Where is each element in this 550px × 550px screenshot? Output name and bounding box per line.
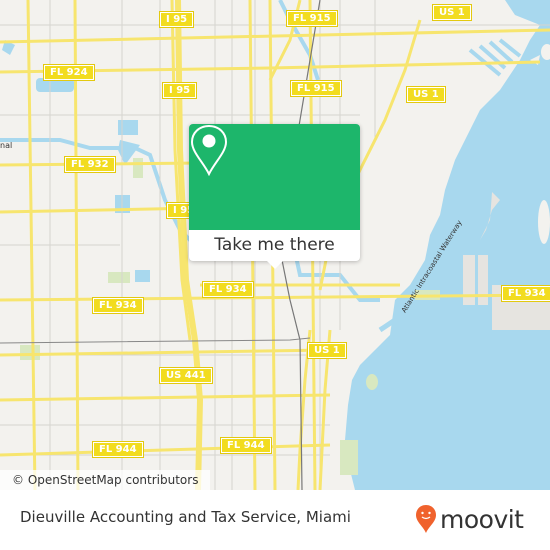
popup-header [189,124,360,230]
canal-edge-label: nal [0,141,13,150]
road-label-i95-top: I 95 [158,11,195,28]
popup-pointer [266,260,284,269]
road-label-fl915-mid: FL 915 [290,80,342,97]
moovit-logo-text: moovit [440,504,524,534]
road-label-fl944-left: FL 944 [92,441,144,458]
road-label-us1-top: US 1 [432,4,472,21]
moovit-logo[interactable]: moovit [415,504,524,534]
take-me-there-button[interactable]: Take me there [189,230,360,261]
road-label-us1-mid: US 1 [406,86,446,103]
location-popup: Take me there [189,124,360,269]
map-attribution[interactable]: © OpenStreetMap contributors [0,470,211,490]
moovit-pin-icon [416,505,436,533]
road-label-fl934-left: FL 934 [92,297,144,314]
place-name: Dieuville Accounting and Tax Service, Mi… [20,508,351,526]
road-label-fl934-right: FL 934 [501,285,550,302]
road-label-fl915-top: FL 915 [286,10,338,27]
road-label-fl934-center: FL 934 [202,281,254,298]
footer-bar: Dieuville Accounting and Tax Service, Mi… [0,490,550,550]
road-label-fl932: FL 932 [64,156,116,173]
road-label-us1-low: US 1 [307,342,347,359]
road-label-us441: US 441 [159,367,213,384]
map-view[interactable]: I 95 FL 915 US 1 FL 924 I 95 FL 915 US 1… [0,0,550,490]
road-label-fl944-right: FL 944 [220,437,272,454]
map-pin-icon [190,124,228,176]
road-label-fl924: FL 924 [43,64,95,81]
road-label-i95-mid: I 95 [161,82,198,99]
